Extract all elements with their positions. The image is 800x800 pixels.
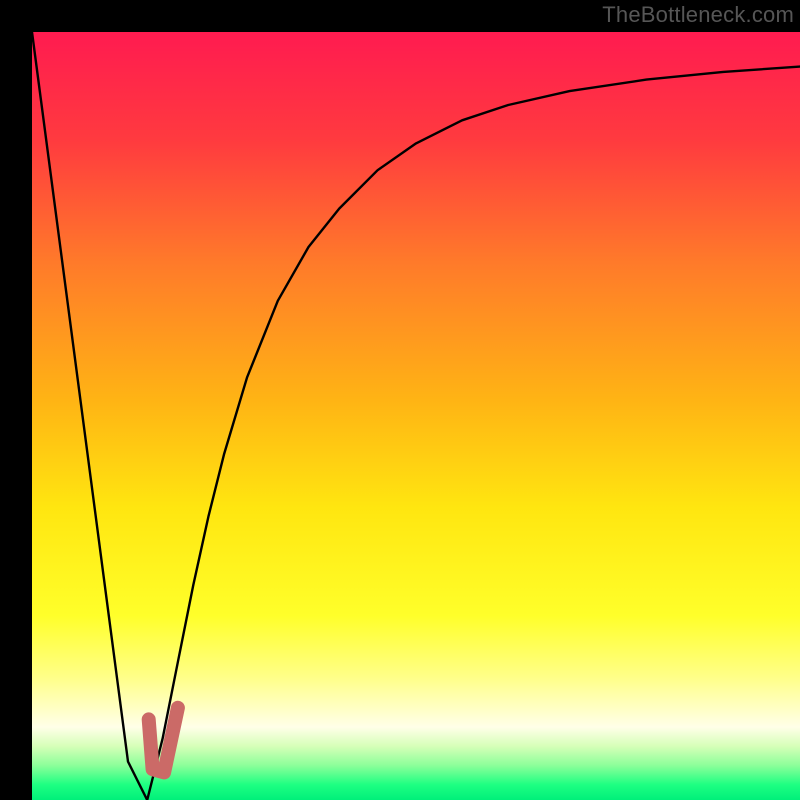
chart-frame: TheBottleneck.com bbox=[0, 0, 800, 800]
bottleneck-chart bbox=[32, 32, 800, 800]
watermark-text: TheBottleneck.com bbox=[602, 2, 794, 28]
gradient-background bbox=[32, 32, 800, 800]
